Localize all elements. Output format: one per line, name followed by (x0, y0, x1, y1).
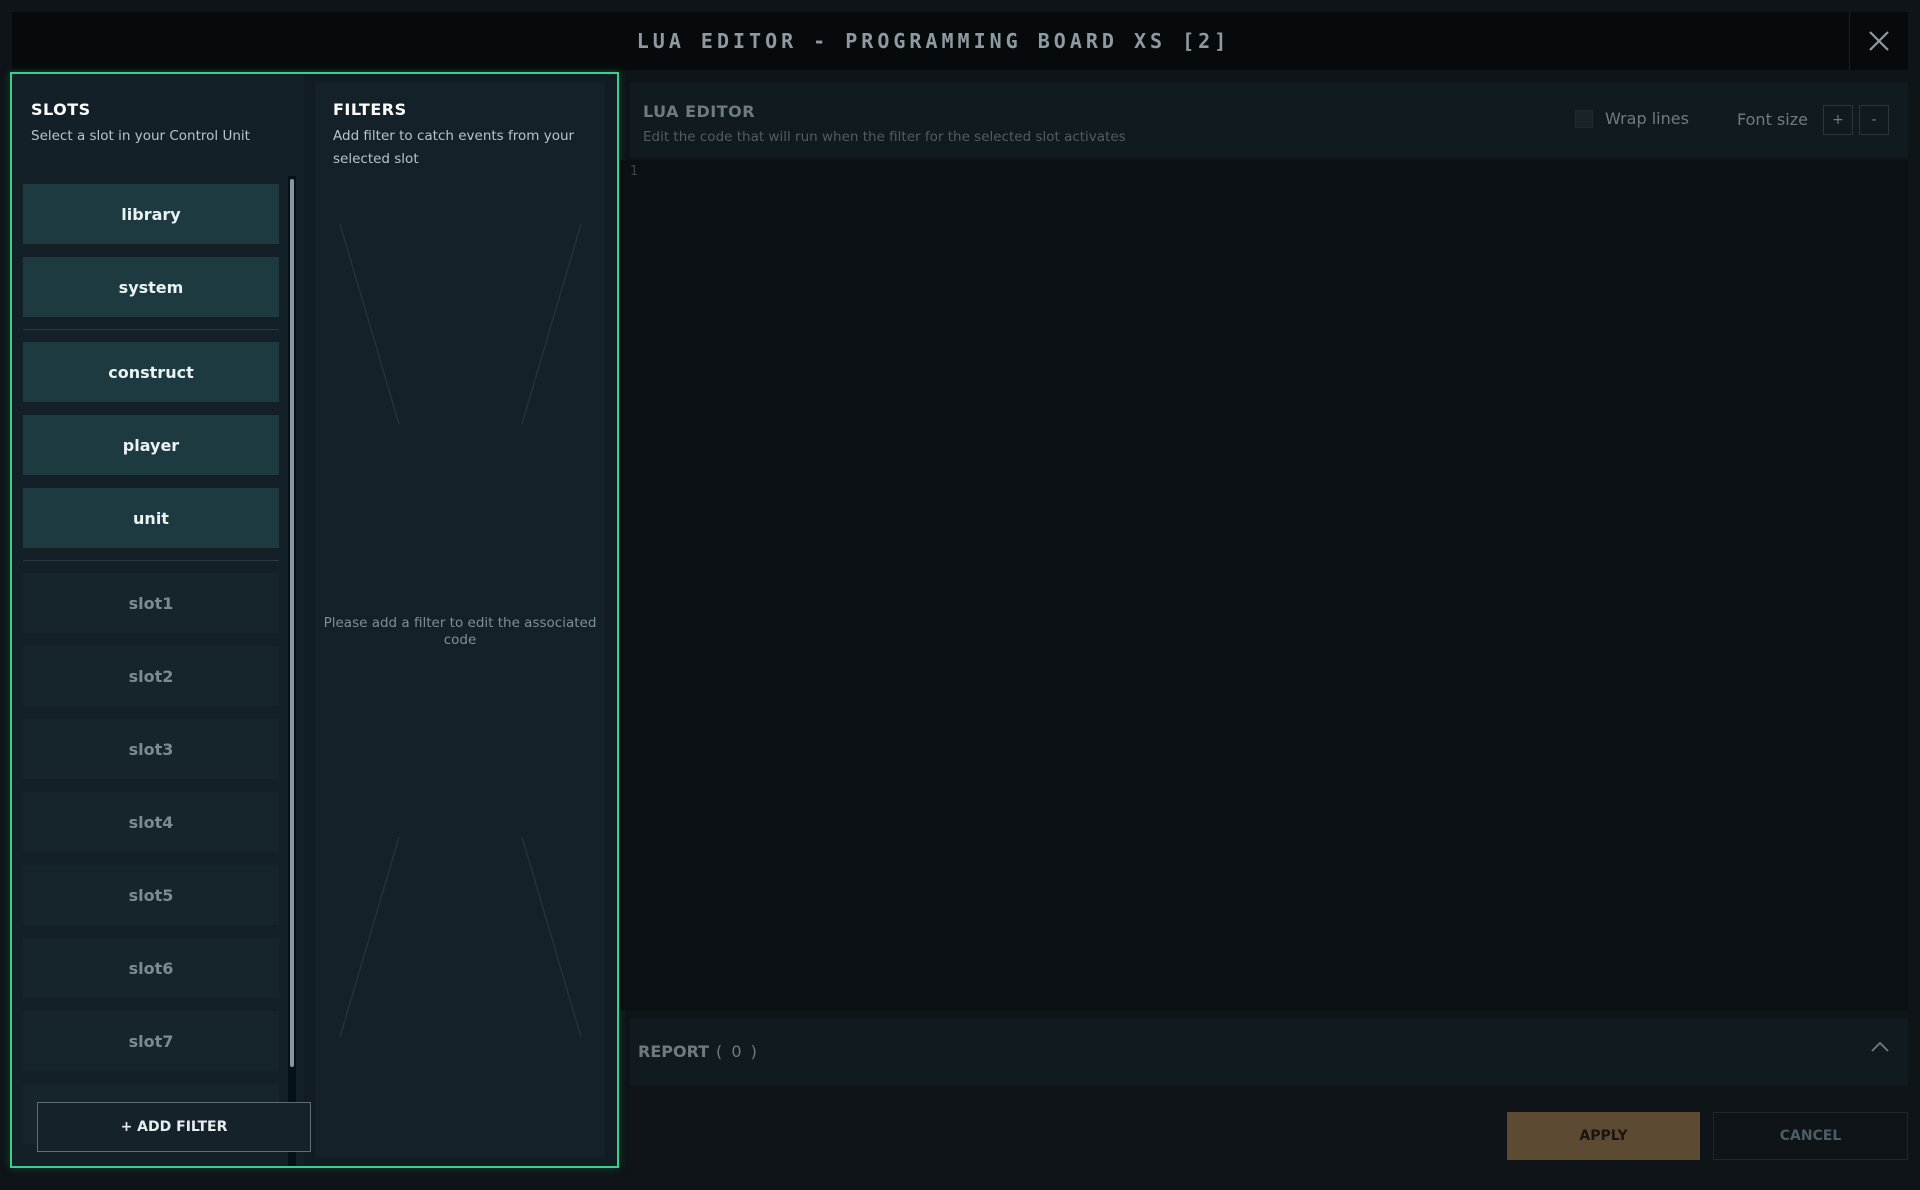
font-size-increase-button[interactable]: + (1823, 105, 1853, 135)
slot-slot1[interactable]: slot1 (23, 573, 279, 633)
slot-player[interactable]: player (23, 415, 279, 475)
apply-button[interactable]: APPLY (1507, 1112, 1700, 1160)
editor-subtitle: Edit the code that will run when the fil… (643, 129, 1126, 145)
slots-title: SLOTS (31, 100, 91, 119)
slots-scrollbar-thumb[interactable] (290, 179, 294, 1067)
slot-slot3[interactable]: slot3 (23, 719, 279, 779)
font-size-decrease-button[interactable]: - (1859, 105, 1889, 135)
chevron-up-icon (1871, 1041, 1889, 1052)
cancel-button[interactable]: CANCEL (1713, 1112, 1908, 1160)
slot-library[interactable]: library (23, 184, 279, 244)
slot-construct[interactable]: construct (23, 342, 279, 402)
filters-empty-message: Please add a filter to edit the associat… (323, 615, 597, 648)
title-bar: LUA EDITOR - PROGRAMMING BOARD XS [2] (12, 12, 1908, 70)
slots-column: SLOTS Select a slot in your Control Unit… (12, 74, 304, 1166)
report-label: REPORT (638, 1042, 710, 1061)
filters-column: FILTERS Add filter to catch events from … (315, 82, 605, 1158)
close-icon (1869, 31, 1889, 51)
add-filter-button[interactable]: + ADD FILTER (37, 1102, 311, 1152)
slot-list: library system construct player unit slo… (23, 184, 279, 1164)
wrap-lines-checkbox[interactable] (1575, 109, 1593, 128)
slots-subtitle: Select a slot in your Control Unit (31, 128, 250, 144)
slot-slot5[interactable]: slot5 (23, 865, 279, 925)
wrap-lines-toggle[interactable]: Wrap lines (1575, 109, 1689, 128)
font-size-label: Font size (1737, 110, 1808, 129)
slot-slot4[interactable]: slot4 (23, 792, 279, 852)
slot-divider (23, 560, 279, 561)
slot-unit[interactable]: unit (23, 488, 279, 548)
close-button[interactable] (1849, 12, 1908, 70)
report-bar[interactable]: REPORT ( 0 ) (630, 1018, 1908, 1086)
slot-system[interactable]: system (23, 257, 279, 317)
report-count: ( 0 ) (716, 1042, 759, 1061)
slot-slot7[interactable]: slot7 (23, 1011, 279, 1071)
slots-filters-panel: SLOTS Select a slot in your Control Unit… (10, 72, 619, 1168)
editor-header: LUA EDITOR Edit the code that will run w… (630, 82, 1908, 158)
line-number: 1 (630, 164, 638, 179)
slot-slot2[interactable]: slot2 (23, 646, 279, 706)
slot-divider (23, 329, 279, 330)
editor-title: LUA EDITOR (643, 102, 756, 121)
slots-header: SLOTS Select a slot in your Control Unit (31, 100, 301, 148)
code-editor[interactable]: 1 (620, 160, 1908, 1010)
window-title: LUA EDITOR - PROGRAMMING BOARD XS [2] (636, 29, 1231, 53)
wrap-lines-label: Wrap lines (1605, 109, 1689, 128)
slot-slot6[interactable]: slot6 (23, 938, 279, 998)
